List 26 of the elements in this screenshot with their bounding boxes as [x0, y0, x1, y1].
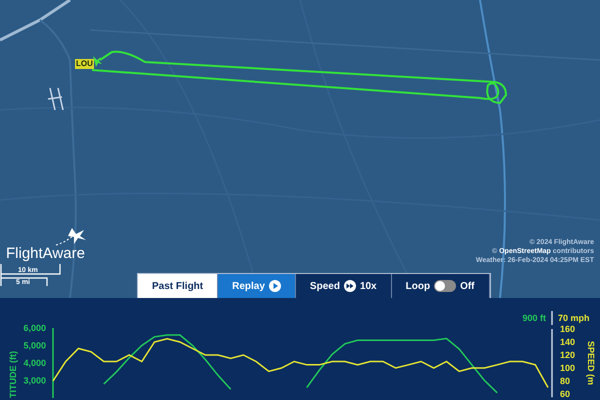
toggle-switch[interactable] [434, 280, 456, 292]
axis-title: SPEED (m [586, 341, 596, 386]
fast-forward-icon [344, 280, 356, 292]
tick-label: 4,000 [23, 358, 46, 368]
past-flight-tab[interactable]: Past Flight [138, 274, 218, 298]
axis-title: TITUDE (ft) [8, 351, 18, 398]
play-icon [268, 280, 281, 292]
tick-label: 160 [560, 324, 576, 334]
tick-label: 6,000 [23, 323, 46, 333]
tick-label: 140 [560, 337, 576, 347]
right-axis [551, 329, 553, 398]
tick-label: 3,000 [23, 376, 46, 386]
tick-label: 5,000 [23, 340, 46, 350]
play-button[interactable]: Replay [218, 274, 296, 298]
toggle-button[interactable]: Loop Off [392, 274, 490, 298]
left-axis [52, 328, 54, 398]
scale-bar [0, 263, 61, 287]
airport-label: LOU [75, 59, 94, 69]
logo-text: FlightAware [6, 246, 85, 262]
speed-reading: 70 mph [558, 313, 590, 323]
tick-label: 80 [560, 376, 570, 386]
speed-button[interactable]: Speed 10x [296, 274, 392, 298]
tick-label: 100 [560, 363, 576, 373]
tick-label: 60 [560, 389, 570, 399]
altitude-reading: 900 ft [522, 313, 546, 323]
tick-label: 120 [560, 350, 576, 360]
